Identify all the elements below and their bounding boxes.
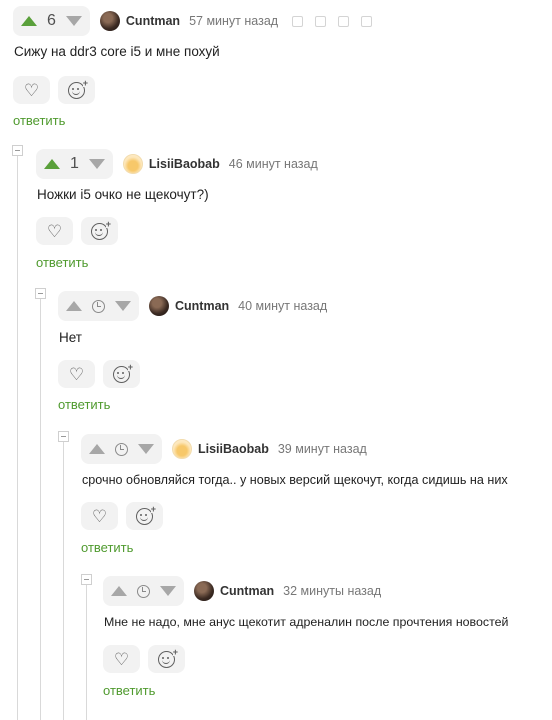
timestamp[interactable]: 57 минут назад [189, 14, 278, 28]
comment-text: срочно обновляйся тогда.. у новых версий… [82, 473, 508, 487]
author-name[interactable]: Cuntman [126, 14, 180, 28]
vote-box [58, 291, 139, 321]
collapse-thread-button[interactable] [58, 431, 69, 442]
like-button[interactable]: ♡ [36, 217, 73, 245]
author-name[interactable]: Cuntman [220, 584, 274, 598]
smile-plus-icon: + [136, 504, 156, 525]
heart-icon: ♡ [23, 80, 40, 100]
avatar[interactable] [194, 581, 214, 601]
header-actions [292, 15, 373, 27]
comment-text: Мне не надо, мне анус щекотит адреналин … [104, 615, 509, 629]
react-button[interactable]: + [126, 502, 163, 530]
author-name[interactable]: LisiiBaobab [149, 157, 220, 171]
flag-icon[interactable] [361, 15, 373, 27]
collapse-thread-button[interactable] [12, 145, 23, 156]
clock-icon [92, 299, 105, 313]
heart-icon: ♡ [68, 364, 85, 384]
vote-box: 1 [36, 149, 113, 179]
clock-icon [137, 584, 150, 598]
arrow-up-icon[interactable] [111, 586, 127, 596]
avatar[interactable] [99, 11, 120, 31]
react-button[interactable]: + [103, 360, 140, 388]
clock-icon [115, 442, 128, 456]
avatar[interactable] [122, 154, 143, 174]
rating-value: 6 [47, 12, 56, 29]
arrow-down-icon[interactable] [88, 159, 105, 169]
comment: LisiiBaobab 39 минут назад срочно обновл… [81, 434, 552, 564]
timestamp[interactable]: 32 минуты назад [283, 584, 381, 598]
timestamp[interactable]: 39 минут назад [278, 442, 367, 456]
thread-line-2 [40, 299, 41, 720]
like-button[interactable]: ♡ [81, 502, 118, 530]
arrow-up-icon[interactable] [21, 16, 37, 26]
avatar[interactable] [172, 439, 192, 459]
thread-line-1 [17, 156, 18, 720]
comment: Cuntman 32 минуты назад Мне не надо, мне… [103, 576, 552, 706]
author-name[interactable]: Cuntman [175, 299, 229, 313]
arrow-down-icon[interactable] [65, 16, 82, 26]
vote-box [103, 576, 184, 606]
reply-link[interactable]: ответить [13, 113, 65, 128]
comment-text: Сижу на ddr3 core i5 и мне похуй [14, 44, 220, 59]
vote-box: 6 [13, 6, 90, 36]
timestamp[interactable]: 46 минут назад [229, 157, 318, 171]
heart-icon: ♡ [91, 506, 108, 526]
thread-line-4 [86, 585, 87, 720]
comment: 1 LisiiBaobab 46 минут назад Ножки i5 оч… [36, 149, 546, 279]
share-icon[interactable] [292, 15, 304, 27]
arrow-down-icon[interactable] [160, 586, 176, 596]
collapse-thread-button[interactable] [35, 288, 46, 299]
reply-link[interactable]: ответить [36, 255, 88, 270]
arrow-up-icon[interactable] [89, 444, 105, 454]
reply-link[interactable]: ответить [58, 397, 110, 412]
comment-header: Cuntman 40 минут назад [58, 291, 327, 321]
react-button[interactable]: + [81, 217, 118, 245]
comment-header: 1 LisiiBaobab 46 минут назад [36, 149, 318, 179]
arrow-down-icon[interactable] [138, 444, 154, 454]
comment-header: LisiiBaobab 39 минут назад [81, 434, 367, 464]
author-name[interactable]: LisiiBaobab [198, 442, 269, 456]
arrow-up-icon[interactable] [44, 159, 60, 169]
reply-link[interactable]: ответить [81, 540, 133, 555]
comment-header: 6 Cuntman 57 минут назад [13, 6, 373, 36]
collapse-thread-button[interactable] [81, 574, 92, 585]
smile-plus-icon: + [113, 362, 133, 383]
like-button[interactable]: ♡ [103, 645, 140, 673]
arrow-up-icon[interactable] [66, 301, 82, 311]
comment: 6 Cuntman 57 минут назад Сижу на ddr3 co… [13, 6, 543, 136]
like-button[interactable]: ♡ [13, 76, 50, 104]
comment-text: Ножки i5 очко не щекочут?) [37, 187, 209, 202]
smile-plus-icon: + [91, 219, 111, 240]
arrow-down-icon[interactable] [115, 301, 131, 311]
heart-icon: ♡ [46, 221, 63, 241]
smile-plus-icon: + [158, 647, 178, 668]
thread-line-3 [63, 442, 64, 720]
smile-plus-icon: + [68, 78, 88, 99]
avatar[interactable] [149, 296, 169, 316]
timestamp[interactable]: 40 минут назад [238, 299, 327, 313]
reply-link[interactable]: ответить [103, 683, 155, 698]
edit-icon[interactable] [315, 15, 327, 27]
heart-icon: ♡ [113, 649, 130, 669]
comment-header: Cuntman 32 минуты назад [103, 576, 381, 606]
react-button[interactable]: + [148, 645, 185, 673]
comment: Cuntman 40 минут назад Нет ♡ + ответить [58, 291, 548, 421]
rating-value: 1 [70, 155, 79, 172]
save-icon[interactable] [338, 15, 350, 27]
like-button[interactable]: ♡ [58, 360, 95, 388]
react-button[interactable]: + [58, 76, 95, 104]
comment-text: Нет [59, 330, 82, 345]
vote-box [81, 434, 162, 464]
